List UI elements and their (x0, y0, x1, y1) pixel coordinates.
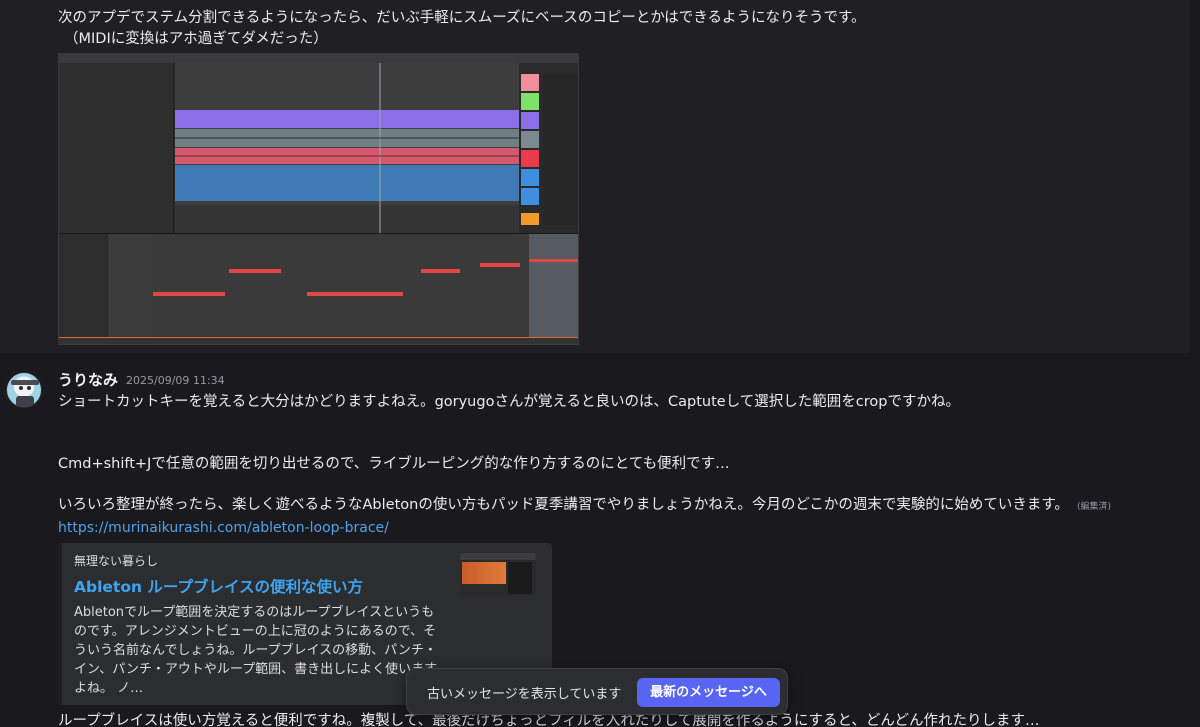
message-paragraph-text: いろいろ整理が終ったら、楽しく遊べるようなAbletonの使い方もパッド夏季講習… (58, 497, 1069, 513)
jump-to-present-bar: 古いメッセージを表示しています 最新のメッセージへ (406, 668, 788, 715)
message-timestamp[interactable]: 2025/09/09 11:34 (126, 374, 225, 387)
daw-mixer-strip (519, 63, 578, 233)
image-attachment[interactable] (58, 53, 579, 345)
daw-midi-editor (59, 233, 578, 339)
message-text-line: （MIDIに変換はアホ過ぎてダメだった） (64, 31, 328, 47)
message-paragraph: ショートカットキーを覚えると大分はかどりますよねえ。goryugoさんが覚えると… (58, 394, 960, 410)
message-paragraph: Cmd+shift+Jで任意の範囲を切り出せるので、ライブルーピング的な作り方す… (58, 456, 730, 472)
avatar-headband (11, 380, 39, 385)
avatar-eye (19, 386, 23, 390)
daw-tracks-graphic (175, 63, 519, 233)
message-link[interactable]: https://murinaikurashi.com/ableton-loop-… (58, 520, 389, 536)
message-text-line: 次のアプデでステム分割できるようになったら、だいぶ手軽にスムーズにベースのコピー… (58, 10, 866, 26)
thumbnail-panel (508, 562, 532, 594)
avatar-eye (27, 386, 31, 390)
thumbnail-bar (460, 553, 536, 560)
daw-arrangement-view (175, 63, 519, 233)
daw-piano-roll-graphic (59, 234, 578, 339)
message-paragraph: いろいろ整理が終ったら、楽しく遊べるようなAbletonの使い方もパッド夏季講習… (58, 495, 1111, 517)
embed-thumbnail[interactable] (460, 553, 536, 596)
embed-description: Abletonでループ範囲を決定するのはループブレイスというも のです。アレンジ… (74, 605, 438, 696)
embed-title[interactable]: Ableton ループブレイスの便利な使い方 (74, 575, 363, 597)
daw-clip-slots-graphic (521, 74, 578, 225)
thumbnail-loop-brace (462, 562, 506, 584)
daw-toolbar (59, 54, 578, 63)
jump-bar-label: 古いメッセージを表示しています (427, 687, 622, 702)
daw-browser-panel (59, 63, 174, 233)
previous-message: 次のアプデでステム分割できるようになったら、だいぶ手軽にスムーズにベースのコピー… (0, 0, 1190, 353)
jump-to-latest-button[interactable]: 最新のメッセージへ (637, 678, 780, 707)
edited-label: (編集済) (1076, 502, 1111, 512)
embed-site-name[interactable]: 無理ない暮らし (74, 552, 158, 569)
daw-status-bar (59, 337, 578, 344)
username[interactable]: うりなみ (58, 369, 118, 390)
avatar-body (16, 396, 34, 407)
avatar[interactable] (6, 372, 42, 408)
